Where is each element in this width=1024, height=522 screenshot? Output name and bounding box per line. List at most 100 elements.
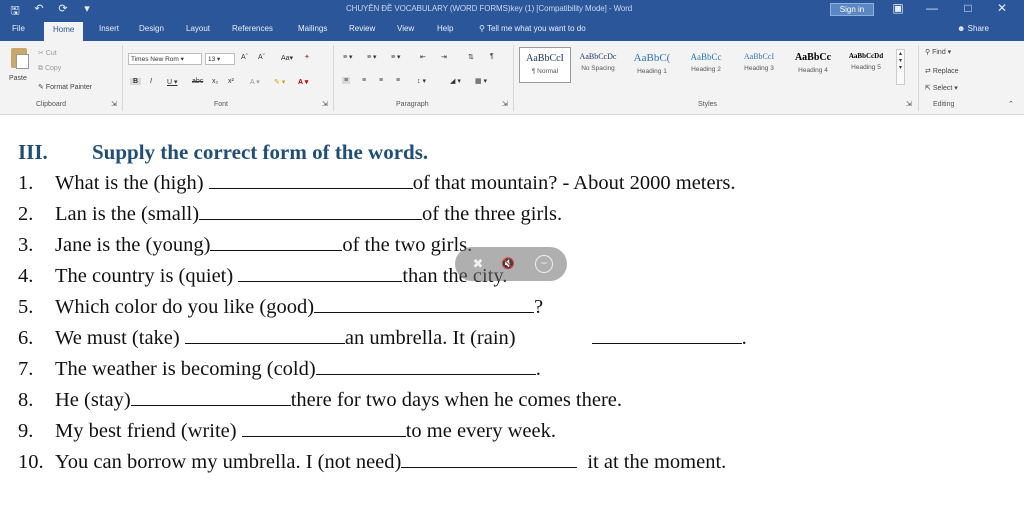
mute-icon[interactable]: 🔇 — [499, 255, 517, 273]
save-icon[interactable]: 🖫 — [8, 2, 22, 21]
sign-in-button[interactable]: Sign in — [830, 3, 874, 16]
cursor-icon: ⇱ — [925, 85, 931, 92]
font-size-combo[interactable]: 13 ▾ — [205, 53, 235, 65]
clear-format-icon[interactable]: ✦ — [304, 53, 310, 61]
answer-blank[interactable] — [210, 233, 343, 251]
sort-icon[interactable]: ⇅ — [468, 53, 474, 61]
pin-icon[interactable]: ✖ — [469, 255, 487, 273]
font-group-label: Font — [214, 101, 229, 108]
answer-blank[interactable] — [315, 357, 536, 375]
underline-icon[interactable]: U ▾ — [167, 78, 178, 86]
italic-icon[interactable]: I — [150, 78, 152, 85]
collapse-ribbon-icon[interactable]: ⌃ — [1008, 100, 1014, 108]
align-center-icon[interactable]: ≡ — [362, 77, 366, 84]
style-heading-5[interactable]: AaBbCcDd Heading 5 — [841, 47, 891, 83]
tab-review[interactable]: Review — [349, 24, 375, 33]
title-bar: 🖫 ↶ ⟳ ▾ CHUYÊN ĐỀ VOCABULARY (WORD FORMS… — [0, 0, 1024, 20]
change-case-icon[interactable]: Aa▾ — [281, 54, 293, 62]
replace-icon: ⇄ — [925, 68, 931, 75]
answer-blank[interactable] — [238, 264, 403, 282]
tab-design[interactable]: Design — [139, 24, 164, 33]
answer-blank[interactable] — [208, 171, 413, 189]
tab-insert[interactable]: Insert — [99, 24, 119, 33]
shading-icon[interactable]: ◢ ▾ — [450, 77, 461, 85]
answer-blank[interactable] — [591, 326, 742, 344]
styles-launcher-icon[interactable]: ⇲ — [906, 100, 912, 108]
copy-icon: ⧉ — [38, 65, 43, 72]
editing-group-label: Editing — [933, 101, 955, 108]
highlight-icon[interactable]: ✎ ▾ — [274, 78, 285, 86]
section-title: Supply the correct form of the words. — [92, 140, 429, 164]
clipboard-group-label: Clipboard — [36, 101, 66, 108]
format-painter-button[interactable]: ✎ Format Painter — [38, 83, 92, 91]
tab-help[interactable]: Help — [437, 24, 453, 33]
select-button[interactable]: ⇱ Select ▾ — [925, 84, 958, 92]
undo-icon[interactable]: ↶ — [32, 2, 46, 21]
paragraph-launcher-icon[interactable]: ⇲ — [502, 100, 508, 108]
tell-me-label: Tell me what you want to do — [486, 24, 586, 33]
answer-blank[interactable] — [199, 202, 423, 220]
answer-blank[interactable] — [184, 326, 345, 344]
answer-blank[interactable] — [314, 295, 535, 313]
answer-blank[interactable] — [401, 450, 578, 468]
align-right-icon[interactable]: ≡ — [379, 77, 383, 84]
subscript-icon[interactable]: x₂ — [212, 78, 218, 85]
section-number: III. — [18, 140, 48, 164]
style-heading-1[interactable]: AaBbC( Heading 1 — [626, 47, 678, 83]
close-icon[interactable]: ✕ — [992, 1, 1012, 15]
tab-mailings[interactable]: Mailings — [298, 24, 327, 33]
tell-me-search[interactable]: ⚲ Tell me what you want to do — [479, 24, 586, 33]
line-spacing-icon[interactable]: ↕ ▾ — [417, 77, 426, 85]
tab-view[interactable]: View — [397, 24, 414, 33]
grow-font-icon[interactable]: Aˆ — [241, 54, 248, 61]
style-heading-4[interactable]: AaBbCc Heading 4 — [787, 47, 839, 83]
clipboard-launcher-icon[interactable]: ⇲ — [111, 100, 117, 108]
shrink-font-icon[interactable]: Aˇ — [258, 54, 265, 61]
styles-scroll-icon[interactable]: ▴ ▾ ▾ — [896, 49, 905, 85]
redo-icon[interactable]: ⟳ — [56, 2, 70, 21]
floating-control-overlay[interactable]: ✖ 🔇 − — [455, 247, 567, 281]
share-button[interactable]: ☻ Share — [957, 24, 989, 33]
show-marks-icon[interactable]: ¶ — [490, 53, 494, 60]
minimize-icon[interactable]: — — [922, 1, 942, 15]
text-effects-icon[interactable]: A ▾ — [250, 78, 260, 86]
customize-icon[interactable]: ▾ — [80, 2, 94, 21]
font-name-combo[interactable]: Times New Rom ▾ — [128, 53, 202, 65]
superscript-icon[interactable]: x² — [228, 78, 234, 85]
copy-button[interactable]: ⧉ Copy — [38, 65, 61, 73]
ribbon-tabs: File Home Insert Design Layout Reference… — [0, 20, 1024, 41]
align-left-icon[interactable]: ≡ — [342, 77, 351, 84]
paste-button[interactable] — [8, 46, 30, 72]
answer-blank[interactable] — [241, 419, 406, 437]
style-normal[interactable]: AaBbCcI ¶ Normal — [519, 47, 571, 83]
answer-blank[interactable] — [130, 388, 291, 406]
replace-button[interactable]: ⇄ Replace — [925, 67, 959, 75]
borders-icon[interactable]: ▦ ▾ — [475, 77, 487, 85]
style-no-spacing[interactable]: AaBbCcDc No Spacing — [572, 47, 624, 83]
paste-label[interactable]: Paste — [9, 75, 27, 82]
tab-layout[interactable]: Layout — [186, 24, 210, 33]
maximize-icon[interactable]: □ — [958, 1, 978, 15]
tab-references[interactable]: References — [232, 24, 273, 33]
tab-home[interactable]: Home — [44, 22, 84, 41]
multilevel-list-icon[interactable]: ≡ ▾ — [391, 53, 401, 61]
decrease-indent-icon[interactable]: ⇤ — [420, 53, 426, 61]
bold-icon[interactable]: B — [130, 78, 142, 85]
numbering-icon[interactable]: ≡ ▾ — [367, 53, 377, 61]
font-color-icon[interactable]: A ▾ — [298, 78, 308, 86]
cut-button[interactable]: ✂ Cut — [38, 49, 57, 57]
share-label: Share — [967, 24, 990, 33]
justify-icon[interactable]: ≡ — [396, 77, 400, 84]
style-heading-2[interactable]: AaBbCc Heading 2 — [680, 47, 732, 83]
bullets-icon[interactable]: ≡ ▾ — [343, 53, 353, 61]
quick-access-toolbar: 🖫 ↶ ⟳ ▾ — [8, 2, 94, 21]
font-launcher-icon[interactable]: ⇲ — [322, 100, 328, 108]
document-page[interactable]: III. Supply the correct form of the words… — [0, 116, 1024, 522]
style-heading-3[interactable]: AaBbCcI Heading 3 — [733, 47, 785, 83]
tab-file[interactable]: File — [12, 24, 25, 33]
find-button[interactable]: ⚲ Find ▾ — [925, 48, 951, 56]
strikethrough-icon[interactable]: abc — [192, 78, 203, 85]
close-icon[interactable]: − — [535, 255, 553, 273]
increase-indent-icon[interactable]: ⇥ — [441, 53, 447, 61]
ribbon-display-icon[interactable]: ▣ — [888, 1, 908, 15]
